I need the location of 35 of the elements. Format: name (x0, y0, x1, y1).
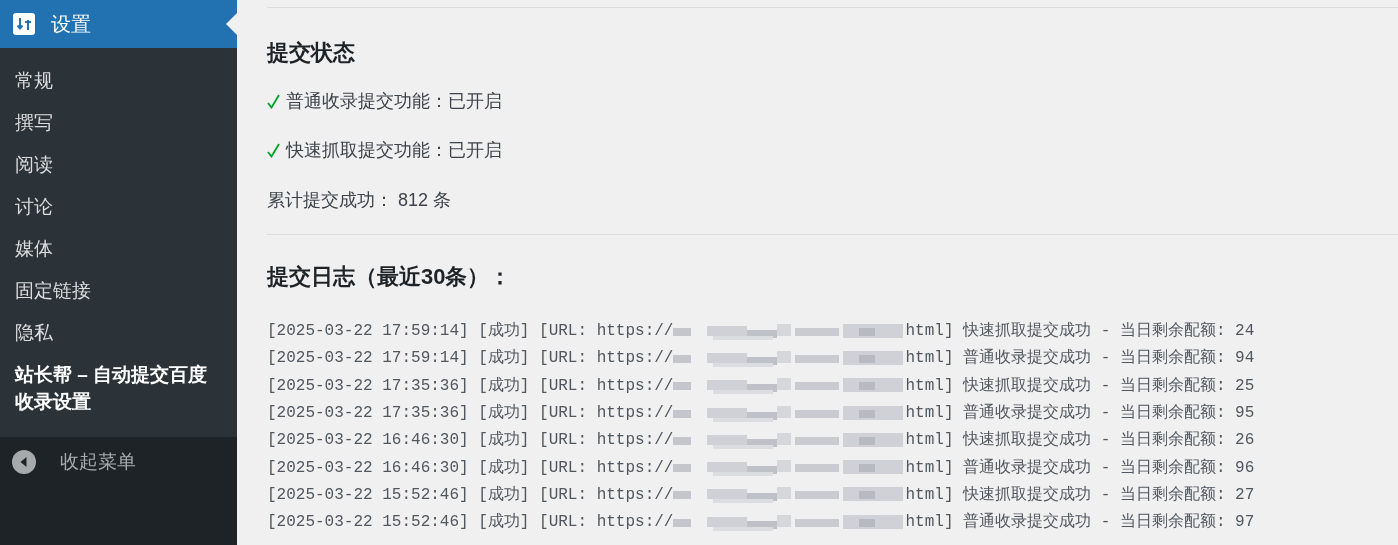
log-text: [2025-03-22 16:46:30] [成功] [URL: https:// (267, 430, 674, 451)
sidebar-item[interactable]: 隐私 (0, 312, 237, 354)
sidebar-item[interactable]: 讨论 (0, 186, 237, 228)
collapse-icon (12, 450, 36, 474)
collapse-menu-button[interactable]: 收起菜单 (0, 437, 237, 487)
status-text: 普通收录提交功能：已开启 (286, 90, 502, 113)
log-text: html] 普通收录提交成功 - 当日剩余配额: 97 (905, 511, 1255, 533)
section-title: 提交状态 (267, 39, 356, 67)
log-text: html] 快速抓取提交成功 - 当日剩余配额: 27 (905, 484, 1255, 505)
log-text: html] 快速抓取提交成功 - 当日剩余配额: 25 (905, 375, 1255, 396)
log-text: [2025-03-22 17:59:14] [成功] [URL: https:// (267, 321, 674, 342)
log-text: html] 快速抓取提交成功 - 当日剩余配额: 26 (905, 429, 1255, 451)
log-text: html] 普通收录提交成功 - 当日剩余配额: 95 (905, 402, 1255, 424)
status-text: 快速抓取提交功能：已开启 (286, 139, 502, 162)
settings-icon (13, 13, 35, 35)
log-text: html] 普通收录提交成功 - 当日剩余配额: 94 (905, 347, 1255, 369)
log-text: [2025-03-22 17:35:36] [成功] [URL: https:// (267, 403, 674, 424)
log-text: [2025-03-22 17:59:14] [成功] [URL: https:// (267, 348, 674, 369)
sidebar-item[interactable]: 固定链接 (0, 270, 237, 312)
log-text: [2025-03-22 16:46:30] [成功] [URL: https:// (267, 457, 674, 478)
log-text: html] 普通收录提交成功 - 当日剩余配额: 96 (905, 457, 1255, 478)
sidebar-item[interactable]: 常规 (0, 60, 237, 102)
sidebar-item[interactable]: 媒体 (0, 228, 237, 270)
sidebar-item[interactable]: 站长帮 – 自动提交百度收录设置 (0, 354, 237, 423)
sidebar-item[interactable]: 撰写 (0, 102, 237, 144)
total-count-text: 累计提交成功： 812 条 (267, 189, 453, 212)
check-icon (267, 93, 280, 109)
log-text: [2025-03-22 15:52:46] [成功] [URL: https:// (267, 484, 674, 505)
check-icon (267, 142, 280, 158)
log-text: [2025-03-22 17:35:36] [成功] [URL: https:// (267, 375, 674, 396)
log-text: [2025-03-22 15:52:46] [成功] [URL: https:// (267, 512, 674, 533)
sidebar-header[interactable]: 设置 (0, 0, 237, 48)
section-title: 提交日志（最近30条）： (267, 263, 513, 291)
sidebar-item[interactable]: 阅读 (0, 144, 237, 186)
log-text: html] 快速抓取提交成功 - 当日剩余配额: 24 (905, 320, 1255, 342)
